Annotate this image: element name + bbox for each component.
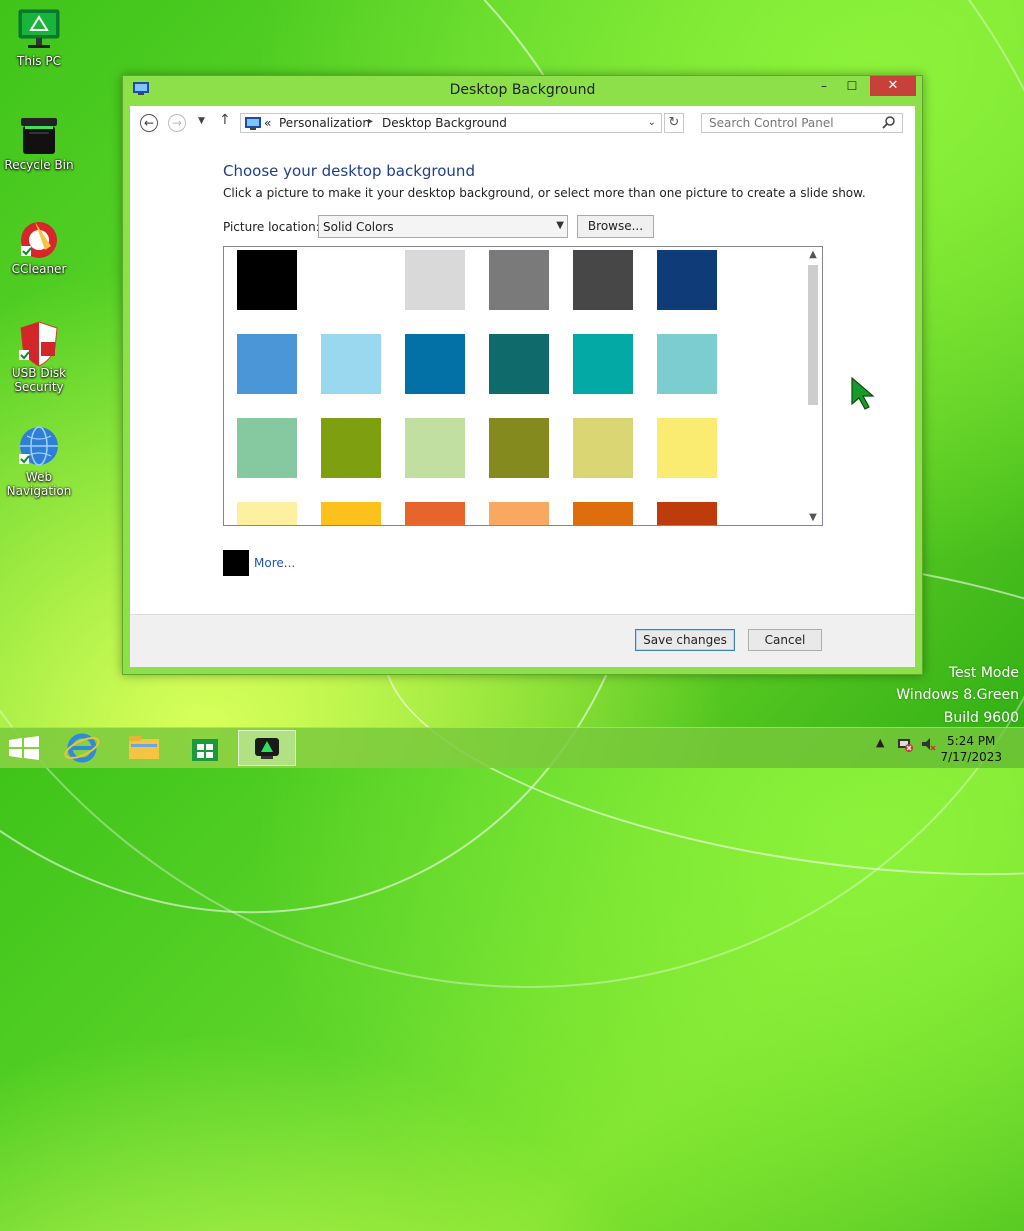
address-dropdown-icon[interactable]: ⌄: [648, 117, 656, 128]
breadcrumb-desktop-background[interactable]: Desktop Background: [382, 116, 507, 130]
shield-icon: [17, 320, 61, 367]
breadcrumb-separator-icon[interactable]: ▸: [368, 116, 373, 127]
color-swatch[interactable]: [489, 334, 549, 394]
color-swatch[interactable]: [489, 502, 549, 525]
show-hidden-icons-icon[interactable]: ▲: [876, 736, 884, 749]
monitor-icon: [17, 8, 61, 52]
globe-icon: [17, 424, 61, 468]
minimize-button[interactable]: –: [810, 76, 838, 96]
color-swatch[interactable]: [573, 418, 633, 478]
color-swatch[interactable]: [573, 250, 633, 310]
color-swatch[interactable]: [405, 502, 465, 525]
desktop-icon-label: CCleaner: [11, 262, 67, 276]
browse-button[interactable]: Browse...: [577, 215, 654, 238]
color-gallery: ▲ ▼: [223, 246, 823, 526]
address-bar[interactable]: « Personalization ▸ Desktop Background ⌄: [240, 113, 662, 133]
page-heading: Choose your desktop background: [223, 162, 475, 180]
color-swatch[interactable]: [405, 334, 465, 394]
forward-arrow-icon[interactable]: →: [168, 114, 186, 132]
more-link[interactable]: More...: [254, 556, 295, 570]
color-swatch[interactable]: [237, 502, 297, 525]
desktop-icon-label: USB Disk Security: [11, 366, 67, 394]
scroll-up-icon[interactable]: ▲: [804, 249, 822, 260]
recycle-bin-icon: [17, 112, 61, 156]
color-swatch[interactable]: [657, 334, 717, 394]
color-swatch[interactable]: [405, 250, 465, 310]
color-swatch[interactable]: [489, 418, 549, 478]
color-swatch[interactable]: [237, 418, 297, 478]
network-icon[interactable]: [897, 736, 913, 755]
color-swatch[interactable]: [321, 502, 381, 525]
color-swatch[interactable]: [657, 418, 717, 478]
window-title: Desktop Background: [449, 82, 596, 98]
color-swatch[interactable]: [573, 502, 633, 525]
color-swatch[interactable]: [489, 250, 549, 310]
taskbar-clock[interactable]: 5:24 PM 7/17/2023: [940, 733, 1002, 765]
desktop-icon-recycle-bin[interactable]: Recycle Bin: [1, 112, 77, 172]
color-swatch[interactable]: [657, 250, 717, 310]
dialog-footer: Save changes Cancel: [130, 614, 915, 667]
start-button[interactable]: [0, 730, 48, 766]
desktop-icon-web-navigation[interactable]: Web Navigation: [1, 424, 77, 498]
desktop-icon-ccleaner[interactable]: CCleaner: [1, 216, 77, 276]
desktop-icon-this-pc[interactable]: This PC: [1, 8, 77, 68]
clock-date: 7/17/2023: [940, 750, 1002, 764]
watermark-line3: Build 9600: [943, 710, 1019, 726]
mouse-cursor-icon: [851, 376, 877, 411]
desktop-icon-usb-disk-security[interactable]: USB Disk Security: [1, 320, 77, 394]
breadcrumb-overflow[interactable]: «: [264, 116, 271, 130]
file-explorer-icon[interactable]: [120, 730, 168, 766]
store-icon[interactable]: [181, 730, 229, 766]
taskbar: ▲ 5:24 PM 7/17/2023: [0, 727, 1024, 768]
up-arrow-icon[interactable]: ↑: [219, 112, 231, 128]
more-color-swatch[interactable]: [223, 550, 249, 576]
color-swatch[interactable]: [321, 334, 381, 394]
color-swatch[interactable]: [405, 418, 465, 478]
clock-time: 5:24 PM: [947, 734, 996, 748]
color-swatch[interactable]: [237, 334, 297, 394]
page-description: Click a picture to make it your desktop …: [223, 186, 866, 200]
watermark-line2: Windows 8.Green: [896, 687, 1019, 703]
window-client: ← → ▼ ↑ « Personalization ▸ Desktop Back…: [130, 106, 915, 667]
desktop-icon-label: Web Navigation: [6, 470, 72, 498]
navigation-bar: ← → ▼ ↑ « Personalization ▸ Desktop Back…: [130, 106, 915, 142]
back-arrow-icon[interactable]: ←: [140, 114, 158, 132]
save-changes-button[interactable]: Save changes: [635, 629, 735, 651]
search-input[interactable]: [701, 113, 903, 133]
color-swatch[interactable]: [321, 250, 381, 310]
maximize-button[interactable]: ☐: [838, 76, 866, 96]
search-icon[interactable]: [882, 115, 896, 129]
control-panel-icon: [245, 117, 261, 130]
picture-location-select[interactable]: Solid Colors ▼: [318, 215, 568, 238]
color-swatch[interactable]: [237, 250, 297, 310]
picture-location-label: Picture location:: [223, 220, 320, 234]
recent-pages-chevron-icon[interactable]: ▼: [198, 116, 205, 126]
cancel-button[interactable]: Cancel: [748, 629, 822, 651]
desktop-icon-label: This PC: [17, 54, 61, 68]
picture-location-value: Solid Colors: [323, 220, 394, 234]
ccleaner-icon: [17, 216, 61, 260]
close-button[interactable]: ✕: [870, 76, 916, 96]
chevron-down-icon: ▼: [556, 220, 564, 231]
color-swatch[interactable]: [657, 502, 717, 525]
swatch-grid: [224, 247, 804, 525]
title-bar[interactable]: Desktop Background – ☐ ✕: [123, 76, 922, 106]
desktop-background-window: Desktop Background – ☐ ✕ ← → ▼ ↑ « Perso…: [122, 75, 923, 675]
color-swatch[interactable]: [321, 418, 381, 478]
color-swatch[interactable]: [573, 334, 633, 394]
desktop-icon-label: Recycle Bin: [4, 158, 74, 172]
gallery-scrollbar[interactable]: ▲ ▼: [804, 247, 822, 525]
scrollbar-thumb[interactable]: [808, 265, 818, 405]
refresh-icon[interactable]: ↻: [664, 113, 684, 133]
windows-logo-icon: [9, 736, 39, 760]
internet-explorer-icon[interactable]: [58, 730, 106, 766]
watermark-line1: Test Mode: [948, 665, 1019, 681]
personalization-icon[interactable]: [238, 730, 296, 766]
scroll-down-icon[interactable]: ▼: [804, 512, 822, 523]
volume-muted-icon[interactable]: [921, 736, 937, 755]
breadcrumb-personalization[interactable]: Personalization: [279, 116, 370, 130]
